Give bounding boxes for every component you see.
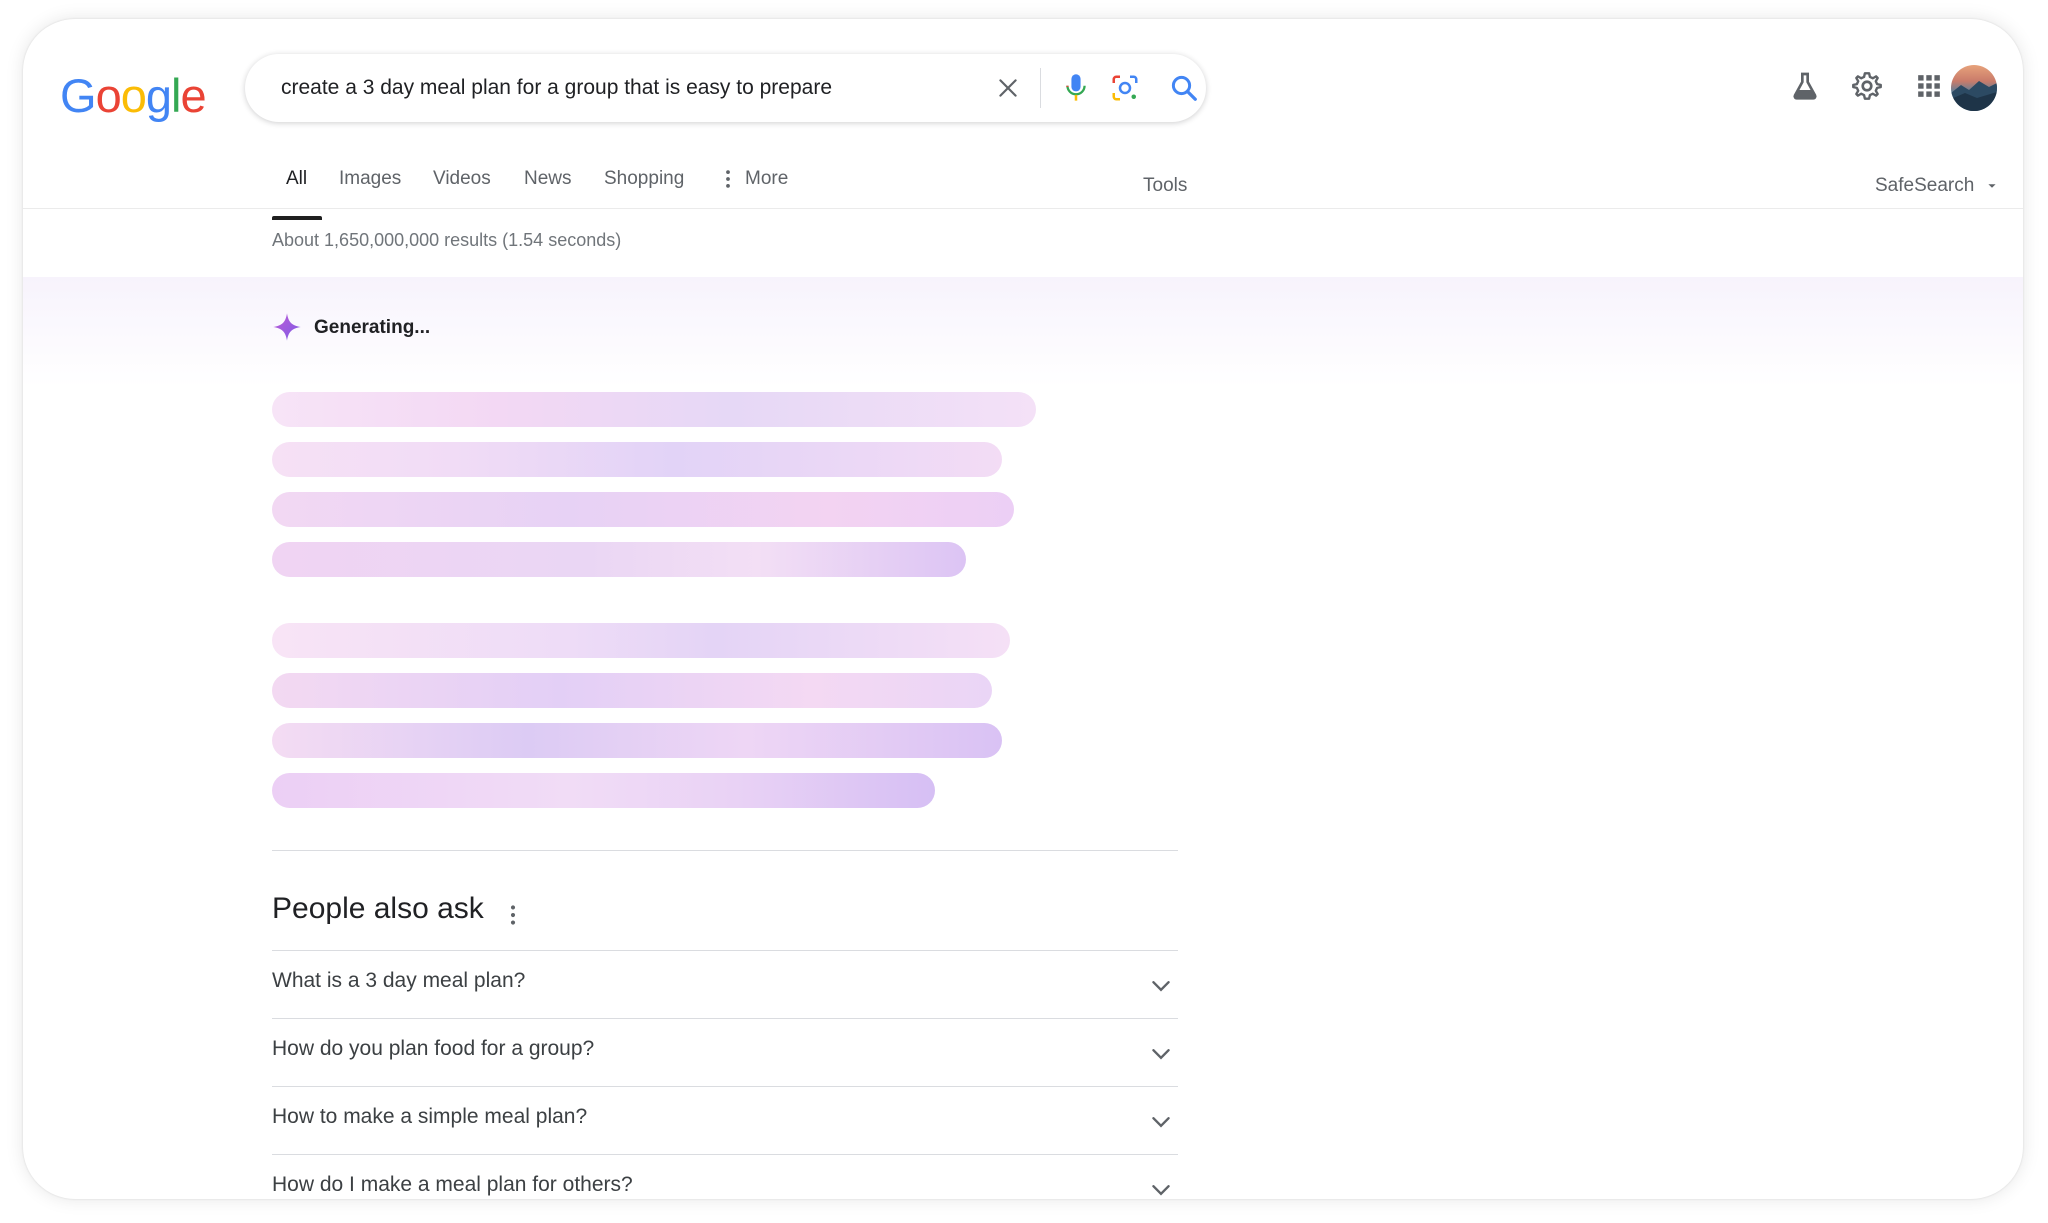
microphone-icon[interactable]	[1059, 71, 1093, 105]
search-icon[interactable]	[1167, 71, 1201, 105]
browser-frame: Google create a 3 day meal plan for a gr…	[23, 19, 2023, 1199]
lens-icon[interactable]	[1108, 71, 1142, 105]
gear-icon[interactable]	[1850, 69, 1884, 103]
sparkle-icon	[273, 313, 301, 341]
avatar[interactable]	[1951, 65, 1997, 111]
safesearch-button[interactable]: SafeSearch	[1875, 175, 1998, 197]
apps-grid-icon[interactable]	[1912, 69, 1946, 103]
paa-question[interactable]: What is a 3 day meal plan?	[272, 950, 1178, 1018]
loading-skeleton-line	[272, 673, 992, 708]
loading-skeleton-line	[272, 542, 966, 577]
loading-skeleton-line	[272, 723, 1002, 758]
search-input[interactable]	[281, 54, 941, 122]
more-vert-icon	[726, 170, 730, 188]
results-count: About 1,650,000,000 results (1.54 second…	[272, 230, 622, 250]
chevron-down-icon	[1152, 1049, 1170, 1060]
loading-skeleton-line	[272, 392, 1036, 427]
paa-question[interactable]: How do you plan food for a group?	[272, 1018, 1178, 1086]
loading-skeleton-line	[272, 623, 1010, 658]
paa-question[interactable]: How do I make a meal plan for others?	[272, 1154, 1178, 1199]
loading-skeleton-line	[272, 773, 935, 808]
people-also-ask-title: People also ask	[272, 892, 484, 925]
search-divider	[1040, 68, 1041, 108]
tab-more-label: More	[745, 168, 789, 189]
flask-icon[interactable]	[1788, 69, 1822, 103]
tabs-divider	[23, 208, 2023, 209]
close-icon[interactable]	[991, 71, 1025, 105]
chevron-down-icon	[1152, 981, 1170, 992]
dropdown-arrow-icon	[1987, 184, 1996, 188]
paa-question-text: How to make a simple meal plan?	[272, 1105, 588, 1128]
search-box[interactable]	[245, 54, 1206, 122]
active-tab-indicator	[272, 216, 322, 220]
loading-skeleton-line	[272, 442, 1002, 477]
chevron-down-icon	[1152, 1117, 1170, 1128]
chevron-down-icon	[1152, 1185, 1170, 1196]
paa-question-text: What is a 3 day meal plan?	[272, 969, 526, 992]
google-logo[interactable]: Google	[60, 68, 207, 123]
more-options-icon[interactable]	[508, 904, 518, 926]
paa-question-text: How do I make a meal plan for others?	[272, 1173, 633, 1196]
ai-status-label: Generating...	[314, 317, 431, 338]
tools-button[interactable]: Tools	[1143, 175, 1187, 197]
paa-question-text: How do you plan food for a group?	[272, 1037, 595, 1060]
safesearch-label: SafeSearch	[1875, 175, 1975, 196]
loading-skeleton-line	[272, 492, 1014, 527]
section-divider	[272, 850, 1178, 851]
paa-question[interactable]: How to make a simple meal plan?	[272, 1086, 1178, 1154]
